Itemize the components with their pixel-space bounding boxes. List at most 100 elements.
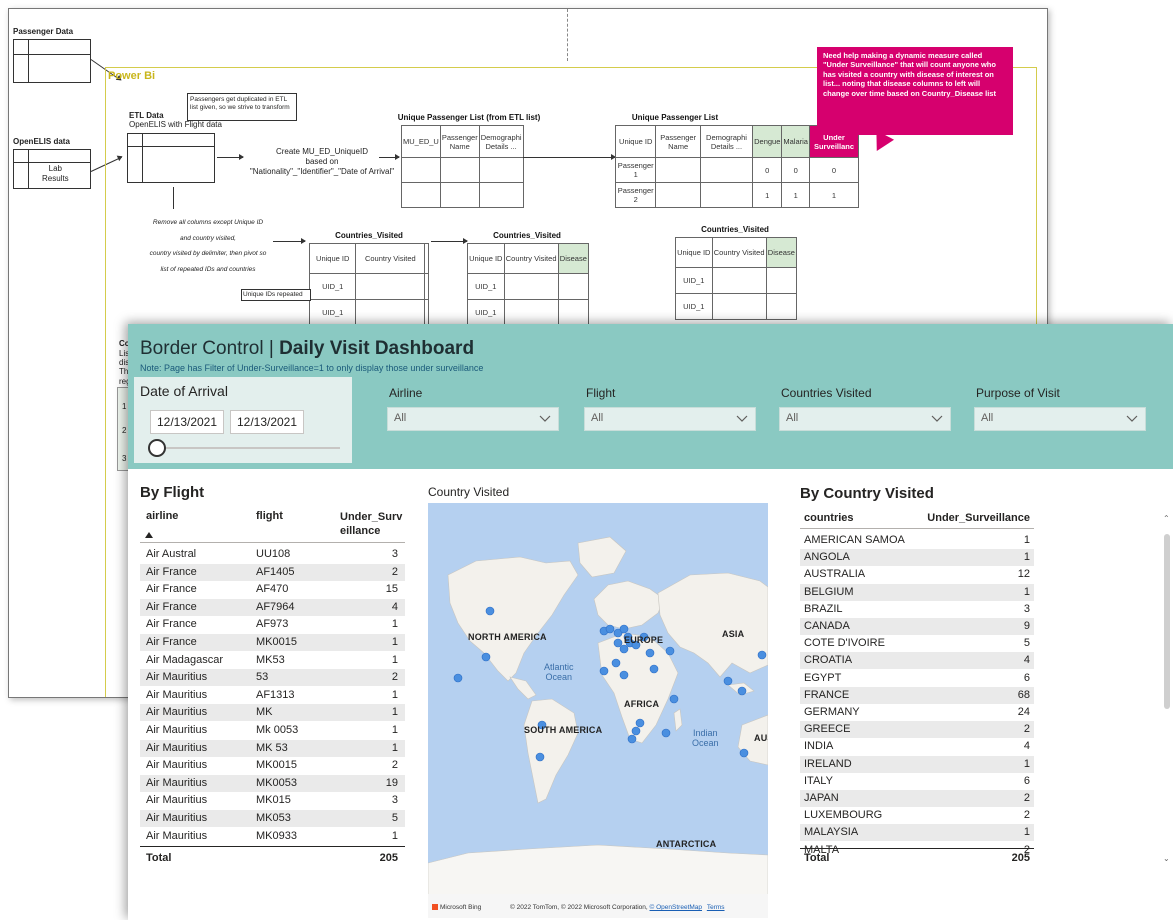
scroll-down-icon[interactable]: ⌄ <box>1163 854 1170 863</box>
table-row[interactable]: EGYPT 6 <box>800 670 1034 687</box>
map-point[interactable] <box>669 694 679 704</box>
date-to-input[interactable]: 12/13/2021 <box>230 410 304 434</box>
table-row[interactable]: Air Mauritius MK0015 2 <box>140 757 405 774</box>
table-row[interactable]: AMERICAN SAMOA 1 <box>800 532 1034 549</box>
countries-visited-title: Countries_Visited <box>335 231 403 240</box>
purpose-of-visit-dropdown[interactable]: All <box>974 407 1146 431</box>
date-from-input[interactable]: 12/13/2021 <box>150 410 224 434</box>
countries-visited-slicer: Countries Visited All <box>775 380 955 435</box>
airline-dropdown[interactable]: All <box>387 407 559 431</box>
table-row[interactable]: LUXEMBOURG 2 <box>800 807 1034 824</box>
cell-under-surveillance: 1 <box>1023 826 1030 839</box>
table-row[interactable]: Air Mauritius MK 53 1 <box>140 739 405 757</box>
table-cell: Passenger 1 <box>614 157 657 183</box>
total-value: 205 <box>379 852 398 864</box>
column-header-under-surveillance[interactable]: Under_Surveillance <box>910 512 1030 524</box>
map-point[interactable] <box>661 728 671 738</box>
map-point[interactable] <box>723 676 733 686</box>
cell-under-surveillance: 2 <box>1023 809 1030 822</box>
cell-under-surveillance: 68 <box>1017 688 1030 701</box>
countries-visited-dropdown[interactable]: All <box>779 407 951 431</box>
column-header-airline[interactable]: airline <box>146 510 178 522</box>
map-point[interactable] <box>613 638 623 648</box>
table-row[interactable]: Air Austral UU108 3 <box>140 546 405 563</box>
table-row[interactable]: Air Mauritius AF1313 1 <box>140 687 405 704</box>
table-row[interactable]: Air Mauritius 53 2 <box>140 669 405 687</box>
map-point[interactable] <box>635 718 645 728</box>
table-row[interactable]: Air France AF470 15 <box>140 581 405 598</box>
table-row[interactable]: ITALY 6 <box>800 773 1034 790</box>
table-row[interactable]: Air France MK0015 1 <box>140 634 405 651</box>
table-row[interactable]: Air France AF1405 2 <box>140 563 405 581</box>
map-point[interactable] <box>757 650 767 660</box>
by-country-title: By Country Visited <box>800 485 934 502</box>
table-row[interactable]: Air Mauritius MK015 3 <box>140 792 405 809</box>
scrollbar-thumb[interactable] <box>1164 534 1170 709</box>
table-row[interactable]: CANADA 9 <box>800 618 1034 635</box>
column-header-countries[interactable]: countries <box>804 512 854 524</box>
column-header-under-surveillance[interactable]: Under_Surv eillance <box>340 510 402 539</box>
table-row[interactable]: JAPAN 2 <box>800 790 1034 807</box>
table-row[interactable]: COTE D'IVOIRE 5 <box>800 635 1034 652</box>
table-cell: UID_1 <box>675 267 713 294</box>
map-point[interactable] <box>737 686 747 696</box>
openstreetmap-link[interactable]: © OpenStreetMap <box>650 904 702 911</box>
table-row[interactable]: Air Mauritius MK 1 <box>140 704 405 722</box>
table-row[interactable]: Air France AF973 1 <box>140 616 405 633</box>
table-row[interactable]: IRELAND 1 <box>800 755 1034 773</box>
table-row[interactable]: Air France AF7964 4 <box>140 598 405 616</box>
map-point[interactable] <box>619 624 629 634</box>
cell-under-surveillance: 4 <box>391 600 398 613</box>
table-row[interactable]: MALAYSIA 1 <box>800 824 1034 842</box>
cell-country: MALAYSIA <box>804 826 859 839</box>
table-row[interactable]: Air Mauritius MK0053 19 <box>140 774 405 792</box>
map-point[interactable] <box>605 624 615 634</box>
table-row[interactable]: FRANCE 68 <box>800 686 1034 704</box>
map-point[interactable] <box>485 606 495 616</box>
table-cell: UID_1 <box>467 273 505 300</box>
cell-under-surveillance: 4 <box>1023 740 1030 753</box>
table-row[interactable]: GREECE 2 <box>800 721 1034 739</box>
map-point[interactable] <box>645 648 655 658</box>
column-header-flight[interactable]: flight <box>256 510 283 522</box>
connector <box>173 187 174 209</box>
table-row[interactable]: CROATIA 4 <box>800 652 1034 670</box>
table-row[interactable]: BELGIUM 1 <box>800 583 1034 601</box>
table-row[interactable]: BRAZIL 3 <box>800 601 1034 618</box>
map-point[interactable] <box>619 670 629 680</box>
table-row[interactable]: Air Mauritius Mk 0053 1 <box>140 722 405 739</box>
title-bold: Daily Visit Dashboard <box>279 338 475 359</box>
table-row[interactable]: AUSTRALIA 12 <box>800 566 1034 583</box>
country-visited-map[interactable]: NORTH AMERICA EUROPE ASIA AFRICA SOUTH A… <box>428 503 768 917</box>
map-point[interactable] <box>611 658 621 668</box>
map-point[interactable] <box>481 652 491 662</box>
map-point[interactable] <box>627 734 637 744</box>
map-point[interactable] <box>739 748 749 758</box>
terms-link[interactable]: Terms <box>707 904 725 911</box>
table-cell: UID_1 <box>467 299 505 326</box>
map-point[interactable] <box>631 726 641 736</box>
table-header: Passenger Name <box>655 125 701 158</box>
table-header: Unique ID <box>614 125 657 158</box>
table-row[interactable]: ANGOLA 1 <box>800 549 1034 567</box>
map-point[interactable] <box>665 646 675 656</box>
table-row[interactable]: Air Mauritius MK053 5 <box>140 810 405 827</box>
table-row[interactable]: Air Mauritius MK0933 1 <box>140 828 405 845</box>
flight-dropdown[interactable]: All <box>584 407 756 431</box>
cell-airline: Air France <box>146 565 197 578</box>
cell-under-surveillance: 1 <box>1023 534 1030 546</box>
date-slider-track[interactable] <box>154 447 340 449</box>
sort-ascending-icon[interactable] <box>145 532 153 538</box>
map-point[interactable] <box>453 673 463 683</box>
map-point[interactable] <box>619 644 629 654</box>
help-callout: Need help making a dynamic measure calle… <box>817 47 1013 135</box>
map-point[interactable] <box>599 666 609 676</box>
map-point[interactable] <box>535 752 545 762</box>
table-row[interactable]: Air Madagascar MK53 1 <box>140 652 405 669</box>
date-slider-handle[interactable] <box>148 439 166 457</box>
cell-airline: Air Mauritius <box>146 741 208 754</box>
scroll-up-icon[interactable]: ⌃ <box>1163 514 1170 523</box>
table-row[interactable]: GERMANY 24 <box>800 704 1034 721</box>
map-point[interactable] <box>649 664 659 674</box>
table-row[interactable]: INDIA 4 <box>800 738 1034 755</box>
